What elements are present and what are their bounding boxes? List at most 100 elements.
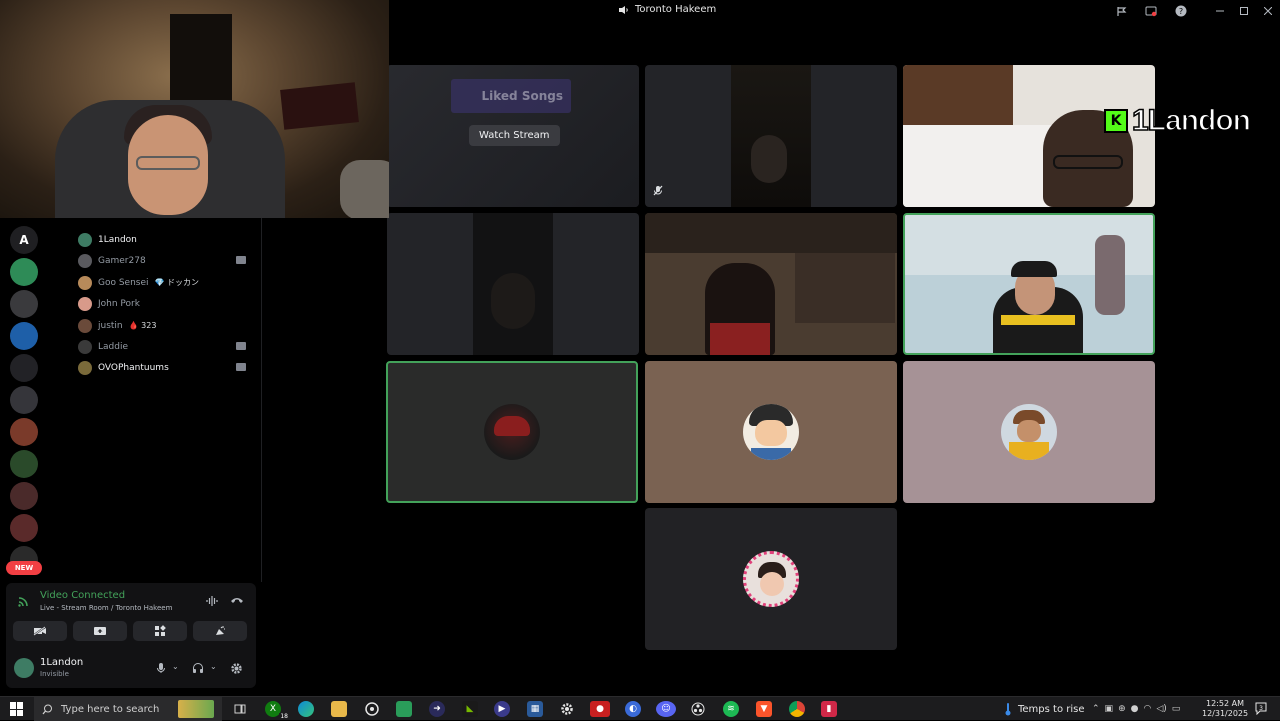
chrome-icon[interactable] [789,701,805,717]
server-icon[interactable] [10,322,38,350]
weather-text: Temps to rise [1018,703,1085,715]
user-status: Invisible [40,670,69,678]
headphones-icon[interactable] [192,662,204,677]
nvidia-icon[interactable]: ◣ [462,701,478,717]
voice-member-row[interactable]: Laddie [78,337,258,357]
member-name: 1Landon [98,235,137,245]
svg-text:3: 3 [1259,705,1263,712]
share-screen-button[interactable] [73,621,127,641]
new-servers-pill[interactable]: NEW [6,561,42,575]
server-icon[interactable] [10,514,38,542]
member-name: Gamer278 [98,256,146,267]
avatar[interactable] [14,658,34,678]
video-tile-dim[interactable] [387,213,639,355]
activities-button[interactable] [133,621,187,641]
voice-member-row[interactable]: justin 🩸 323 [78,316,258,336]
popout-icon[interactable] [1136,0,1166,22]
search-input[interactable]: Type here to search [61,704,159,715]
tray-app-icon[interactable]: ▣ [1105,704,1114,714]
speaker-icon[interactable]: ◁) [1156,704,1166,714]
avatar [78,275,92,290]
settings-icon[interactable] [559,701,575,717]
server-icon[interactable] [10,418,38,446]
arrow-app-icon[interactable]: ➜ [429,701,445,717]
disconnect-icon[interactable] [230,595,244,608]
app-icon[interactable]: ▮ [821,701,837,717]
server-icon[interactable] [10,482,38,510]
mic-options-chevron-icon[interactable]: ⌄ [172,662,179,671]
microphone-icon[interactable] [156,662,166,677]
voice-status[interactable]: Video Connected [40,590,125,601]
wifi-icon[interactable]: ◠ [1143,704,1151,714]
server-rail: A [0,218,48,578]
weather-widget[interactable]: Temps to rise [1004,697,1085,721]
video-tile-dark-room[interactable] [645,65,897,207]
help-icon[interactable]: ? [1166,0,1196,22]
notification-icon[interactable]: 3 [1254,701,1270,717]
microphone-icon[interactable]: ● [1131,704,1139,714]
taskbar-search[interactable]: Type here to search [34,697,222,721]
voice-member-row[interactable]: Goo Sensei 💎 ドッカン [78,273,258,293]
discord-icon[interactable]: ☺ [656,701,676,717]
soundboard-button[interactable] [193,621,247,641]
server-icon[interactable] [10,354,38,382]
username[interactable]: 1Landon [40,657,83,668]
file-explorer-icon[interactable] [331,701,347,717]
task-view-icon[interactable] [232,701,248,717]
calculator-icon[interactable]: ▦ [527,701,543,717]
voice-channel-path[interactable]: Live - Stream Room / Toronto Hakeem [40,604,172,612]
spotify-icon[interactable]: ≋ [723,701,739,717]
video-tile-room[interactable] [645,213,897,355]
browser-icon[interactable]: ◐ [625,701,641,717]
obs-icon[interactable] [690,701,706,717]
voice-member-row[interactable]: John Pork [78,294,258,314]
battery-icon[interactable]: ▭ [1172,704,1181,714]
close-icon[interactable] [1256,0,1280,22]
noise-suppression-icon[interactable] [206,595,219,610]
brave-icon[interactable]: ▼ [756,701,772,717]
xbox-badge: 18 [279,713,289,720]
server-icon[interactable] [10,290,38,318]
voice-member-list: 1Landon Gamer278 Goo Sensei 💎 ドッカン John Pork… [48,212,262,582]
threads-icon[interactable] [1106,0,1136,22]
edge-icon[interactable] [298,701,314,717]
camera-icon [236,256,246,265]
steam-icon[interactable] [364,701,380,717]
voice-member-row[interactable]: OVOPhantuums [78,358,258,378]
network-icon[interactable]: ⊕ [1118,704,1126,714]
server-icon[interactable] [10,258,38,286]
search-highlight-image [178,700,214,718]
xbox-icon[interactable]: X 18 [265,701,289,720]
minimize-icon[interactable] [1208,0,1232,22]
taskbar-clock[interactable]: 12:52 AM 12/31/2025 [1202,699,1248,719]
member-badge: 🩸 323 [128,321,157,331]
store-icon[interactable] [396,701,412,717]
voice-member-row[interactable]: 1Landon [78,230,258,250]
headphone-options-chevron-icon[interactable]: ⌄ [210,662,217,671]
video-tile-avatar-flowers[interactable] [645,508,897,650]
voice-channel-icon [619,5,628,14]
chevron-up-icon[interactable]: ⌃ [1092,704,1100,714]
video-tile-avatar-anime[interactable] [645,361,897,503]
video-tile-stream[interactable]: Liked Songs Watch Stream [387,65,639,207]
camera-toggle-button[interactable] [13,621,67,641]
server-icon[interactable] [10,386,38,414]
signal-icon[interactable] [17,594,31,608]
maximize-icon[interactable] [1232,0,1256,22]
gear-icon[interactable] [230,662,243,678]
voice-member-row[interactable]: Gamer278 [78,251,258,271]
server-icon[interactable]: A [10,226,38,254]
member-name: Goo Sensei [98,277,149,288]
recording-app-icon[interactable]: ● [590,701,610,717]
server-icon[interactable] [10,450,38,478]
avatar [78,297,92,312]
video-tile-avatar-hoodie[interactable] [903,361,1155,503]
watch-stream-button[interactable]: Watch Stream [469,125,560,146]
titlebar-controls: ? [1106,0,1280,22]
muted-mic-icon [653,185,663,199]
video-tile-avatar-speaking[interactable] [386,361,638,503]
video-tile-speaking[interactable] [903,213,1155,355]
media-player-icon[interactable]: ▶ [494,701,510,717]
windows-start-icon[interactable] [10,702,24,716]
search-icon [42,704,52,714]
